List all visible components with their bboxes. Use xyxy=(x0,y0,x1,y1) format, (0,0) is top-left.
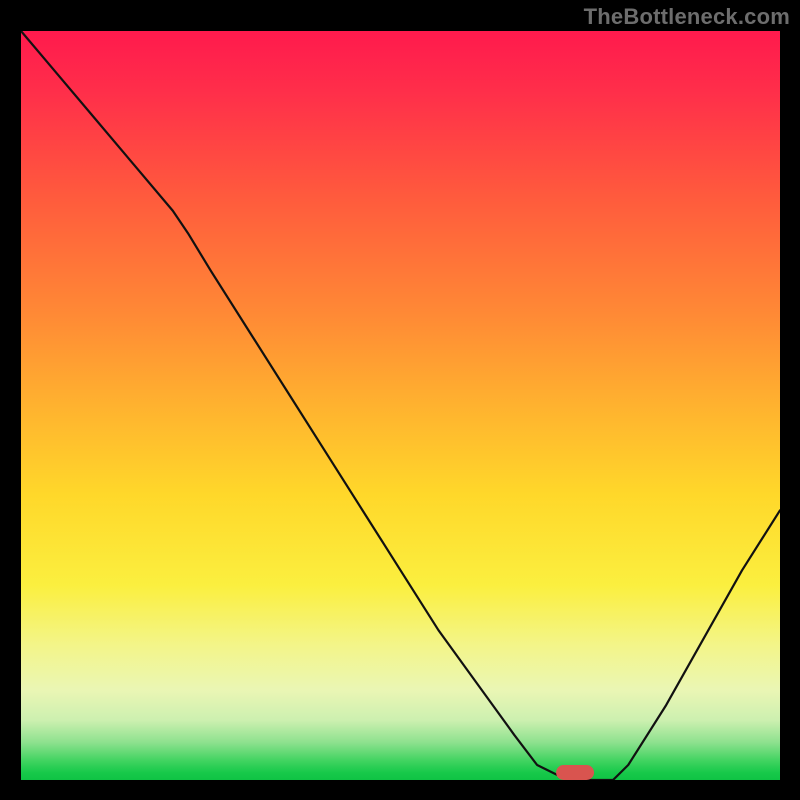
optimal-marker xyxy=(556,765,594,780)
plot-area xyxy=(21,31,780,780)
chart-stage: TheBottleneck.com xyxy=(0,0,800,800)
curve-layer xyxy=(21,31,780,780)
bottleneck-curve xyxy=(21,31,780,780)
watermark-text: TheBottleneck.com xyxy=(584,4,790,30)
